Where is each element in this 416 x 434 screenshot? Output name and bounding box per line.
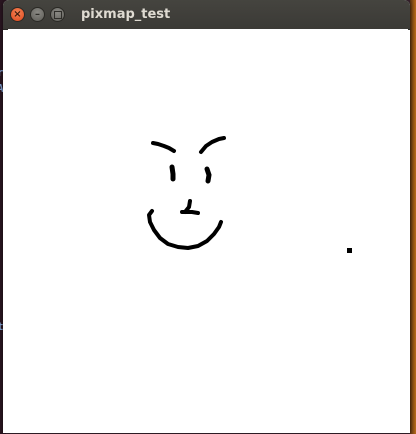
dot-mark	[347, 248, 352, 253]
nose-stroke	[180, 199, 200, 215]
drawing-canvas[interactable]	[8, 29, 408, 429]
minimize-icon: –	[35, 8, 40, 20]
close-icon: ×	[13, 8, 22, 20]
app-window: × – pixmap_test	[3, 0, 410, 433]
window-titlebar[interactable]: × – pixmap_test	[3, 0, 410, 30]
maximize-icon	[53, 10, 62, 19]
left-eyebrow-stroke	[151, 141, 176, 153]
left-eye-stroke	[169, 164, 176, 182]
right-eyebrow-stroke	[199, 136, 226, 154]
window-title: pixmap_test	[81, 7, 171, 22]
right-eye-stroke	[204, 166, 212, 184]
maximize-button[interactable]	[50, 7, 65, 22]
smiley-drawing	[147, 136, 352, 253]
minimize-button[interactable]: –	[30, 7, 45, 22]
close-button[interactable]: ×	[10, 7, 25, 22]
mouth-stroke	[147, 209, 223, 250]
